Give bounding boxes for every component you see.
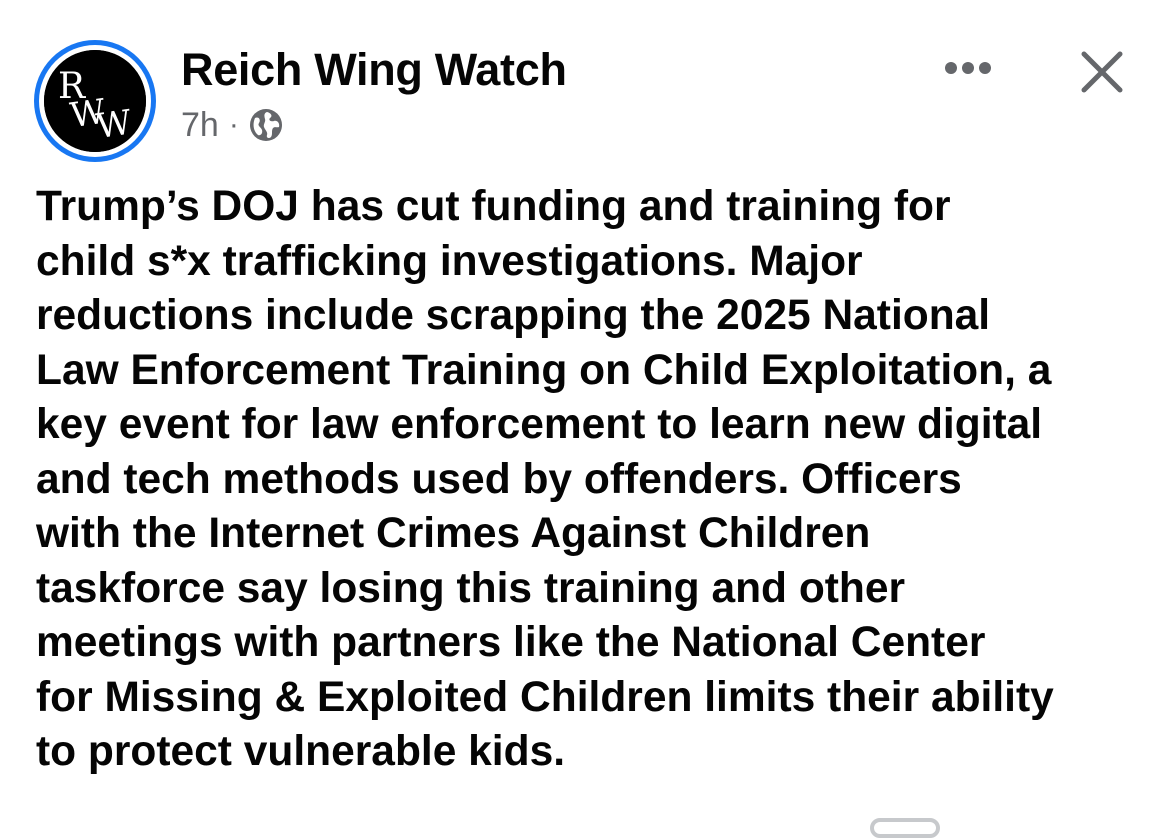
page-name[interactable]: Reich Wing Watch (181, 44, 567, 96)
close-button[interactable] (1074, 44, 1130, 100)
meta-separator: · (228, 108, 239, 141)
post-text-line: key event for law enforcement to learn n… (36, 401, 1043, 448)
post-text-line: reductions include scrapping the 2025 Na… (36, 292, 991, 339)
post-text-line: and tech methods used by offenders. Offi… (36, 455, 962, 503)
post-text-line: Trump’s DOJ has cut funding and training… (36, 183, 951, 230)
post-text-line: to protect vulnerable kids. (36, 728, 566, 775)
close-icon (1081, 51, 1123, 93)
post-text-line: Law Enforcement Training on Child Exploi… (36, 346, 1052, 394)
svg-text:W: W (94, 103, 134, 147)
post-meta: 7h · (181, 103, 283, 147)
post-timestamp[interactable]: 7h (181, 106, 219, 145)
globe-icon (249, 108, 283, 142)
more-horizontal-icon (945, 62, 991, 74)
post-card: R W W Reich Wing Watch 7h · Trump’s DOJ … (0, 0, 1170, 838)
avatar[interactable]: R W W (34, 40, 156, 162)
more-options-button[interactable] (938, 48, 998, 88)
avatar-logo: R W W (44, 50, 146, 152)
avatar-border: R W W (39, 45, 151, 157)
post-text-line: child s*x trafficking investigations. Ma… (36, 237, 863, 285)
post-text-line: for Missing & Exploited Children limits … (36, 673, 1054, 721)
post-text: Trump’s DOJ has cut funding and training… (36, 180, 1146, 780)
post-text-line: with the Internet Crimes Against Childre… (36, 510, 871, 557)
rww-logo-icon: R W W (44, 50, 146, 152)
post-text-line: meetings with partners like the National… (36, 619, 986, 666)
partial-element-edge (870, 818, 940, 838)
post-text-line: taskforce say losing this training and o… (36, 564, 906, 612)
